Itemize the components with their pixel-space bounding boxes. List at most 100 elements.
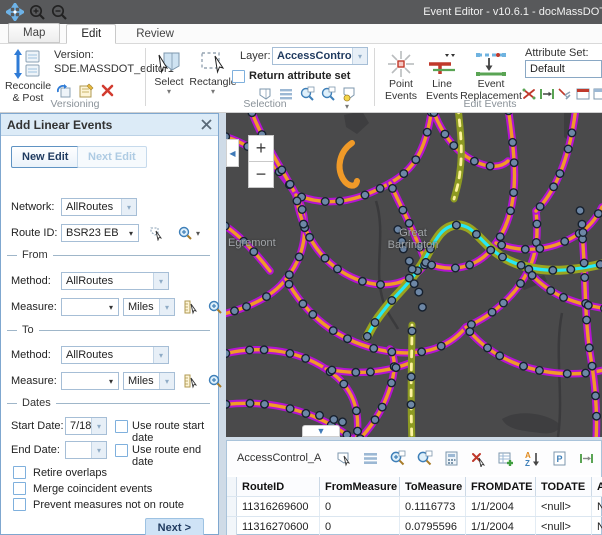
tab-map[interactable]: Map [8, 23, 60, 43]
event-editor-window: Event Editor - v10.6.1 - docMassDOT Map … [0, 0, 602, 535]
line-events-button[interactable]: Line Events [424, 50, 460, 102]
selectable-layers-icon[interactable] [341, 86, 357, 102]
from-measure-dropdown[interactable]: ▾ [61, 298, 119, 316]
new-edit-button[interactable]: New Edit [11, 146, 79, 168]
new-version-icon[interactable] [78, 83, 94, 99]
report-icon[interactable]: P [551, 450, 568, 467]
pan-to-selection-icon[interactable] [416, 450, 433, 467]
attribute-window-icon[interactable] [592, 86, 602, 102]
layer-dropdown[interactable]: AccessControl_A ▾ [272, 47, 368, 65]
point-events-icon [387, 50, 415, 78]
reconcile-post-button[interactable]: Reconcile & Post [4, 48, 52, 104]
route-id-dropdown[interactable]: BSR23 EB ▾ [61, 224, 139, 242]
retire-overlaps-checkbox[interactable] [13, 466, 26, 479]
append-events-icon[interactable] [497, 450, 514, 467]
prevent-measures-option[interactable]: Prevent measures not on route [13, 498, 184, 511]
refresh-version-icon[interactable] [56, 83, 72, 99]
map-view[interactable]: Egremont Great Barrington + − ◀ ▼ [226, 113, 602, 437]
zoom-to-selection-icon[interactable] [389, 450, 406, 467]
from-unit-dropdown[interactable]: Miles ▾ [123, 298, 175, 316]
clear-selection-icon[interactable] [470, 450, 487, 467]
column-header-ac[interactable]: AC [592, 477, 602, 496]
start-date-arrow-icon: ▾ [91, 418, 106, 434]
zoom-in-icon[interactable] [28, 3, 46, 21]
ribbon: Reconcile & Post Version: SDE.MASSDOT_ed… [0, 44, 602, 113]
new-edit-label: New Edit [11, 146, 79, 168]
to-measure-on-map-icon[interactable] [183, 373, 199, 389]
retire-overlaps-label: Retire overlaps [33, 467, 107, 479]
to-divider: To [7, 324, 210, 336]
merge-coincident-option[interactable]: Merge coincident events [13, 482, 152, 495]
end-date-dropdown[interactable]: ▾ [65, 441, 107, 459]
rectangle-button[interactable]: Rectangle ▾ [190, 50, 236, 95]
select-button[interactable]: Select ▾ [150, 50, 188, 95]
use-route-start-date-checkbox[interactable] [115, 420, 128, 433]
close-icon[interactable] [201, 119, 212, 130]
return-attribute-set-checkbox[interactable] [232, 70, 245, 83]
merge-coincident-checkbox[interactable] [13, 482, 26, 495]
retire-overlaps-option[interactable]: Retire overlaps [13, 466, 107, 479]
cell-todate: <null> [536, 497, 592, 516]
snap-events-icon[interactable] [557, 86, 573, 102]
reconcile-post-icon [13, 48, 43, 80]
cell-routeid: 11316270600 [237, 517, 320, 535]
from-measure-on-map-icon[interactable] [183, 299, 199, 315]
map-canvas[interactable] [226, 113, 602, 437]
column-header-fromdate[interactable]: FROMDATE [466, 477, 536, 496]
end-date-arrow-icon: ▾ [91, 442, 106, 458]
delete-version-icon[interactable] [100, 83, 116, 99]
table-row[interactable]: 11316269600 0 0.1116773 1/1/2004 <null> … [227, 497, 602, 517]
from-method-dropdown[interactable]: AllRoutes ▾ [61, 272, 169, 290]
dates-legend: Dates [17, 397, 56, 409]
use-route-end-date-checkbox[interactable] [115, 444, 128, 457]
tab-review[interactable]: Review [122, 25, 188, 43]
measure-icon[interactable] [578, 450, 595, 467]
from-unit-arrow-icon: ▾ [159, 299, 174, 315]
pan-icon[interactable] [6, 3, 24, 21]
from-zoom-icon[interactable] [207, 299, 223, 315]
network-dropdown[interactable]: AllRoutes ▾ [61, 198, 137, 216]
map-zoom-in-button[interactable]: + [248, 135, 274, 162]
next-button[interactable]: Next > [145, 518, 204, 535]
pan-to-selection-icon[interactable] [320, 86, 336, 102]
dates-divider: Dates [7, 397, 210, 409]
event-replacement-button[interactable]: Event Replacement [462, 50, 520, 102]
start-date-dropdown[interactable]: 7/18/ ▾ [65, 417, 107, 435]
column-header-todate[interactable]: TODATE [536, 477, 592, 496]
event-attributes-window-icon[interactable] [575, 86, 591, 102]
zoom-to-route-icon[interactable] [177, 225, 193, 241]
to-unit-dropdown[interactable]: Miles ▾ [123, 372, 175, 390]
from-legend: From [17, 249, 53, 261]
next-edit-button[interactable]: Next Edit [77, 146, 147, 168]
field-calculator-icon[interactable] [443, 450, 460, 467]
collapse-table-button[interactable]: ▼ [302, 425, 340, 437]
tab-edit[interactable]: Edit [66, 24, 116, 44]
table-row[interactable]: 11316270600 0 0.0795596 1/1/2004 <null> … [227, 517, 602, 535]
to-zoom-icon[interactable] [207, 373, 223, 389]
row-selector-gutter[interactable] [227, 517, 237, 535]
table-header-row: RouteID FromMeasure ToMeasure FROMDATE T… [227, 477, 602, 497]
select-features-icon[interactable] [335, 450, 352, 467]
next-button-label: Next > [145, 518, 204, 535]
from-unit-value: Miles [124, 301, 159, 313]
map-zoom-out-button[interactable]: − [248, 161, 274, 188]
to-measure-dropdown[interactable]: ▾ [61, 372, 119, 390]
row-selector-gutter[interactable] [227, 497, 237, 516]
zoom-to-route-caret-icon[interactable]: ▾ [196, 229, 200, 238]
return-attribute-set-label: Return attribute set [249, 70, 350, 82]
column-header-tomeasure[interactable]: ToMeasure [400, 477, 466, 496]
to-method-dropdown[interactable]: AllRoutes ▾ [61, 346, 169, 364]
column-header-frommeasure[interactable]: FromMeasure [320, 477, 400, 496]
prevent-measures-checkbox[interactable] [13, 498, 26, 511]
collapse-left-panel-button[interactable]: ◀ [226, 139, 239, 167]
zoom-out-icon[interactable] [50, 3, 68, 21]
route-id-value: BSR23 EB [62, 227, 124, 239]
sort-icon[interactable]: A Z [524, 450, 541, 467]
column-header-routeid[interactable]: RouteID [237, 477, 320, 496]
selection-list-icon[interactable] [362, 450, 379, 467]
point-events-button[interactable]: Point Events [381, 50, 421, 102]
table-toolbar: AccessControl_A [227, 441, 601, 475]
table-layer-name: AccessControl_A [237, 452, 321, 464]
select-route-on-map-icon[interactable] [149, 225, 165, 241]
attribute-set-dropdown[interactable]: Default [525, 60, 602, 78]
